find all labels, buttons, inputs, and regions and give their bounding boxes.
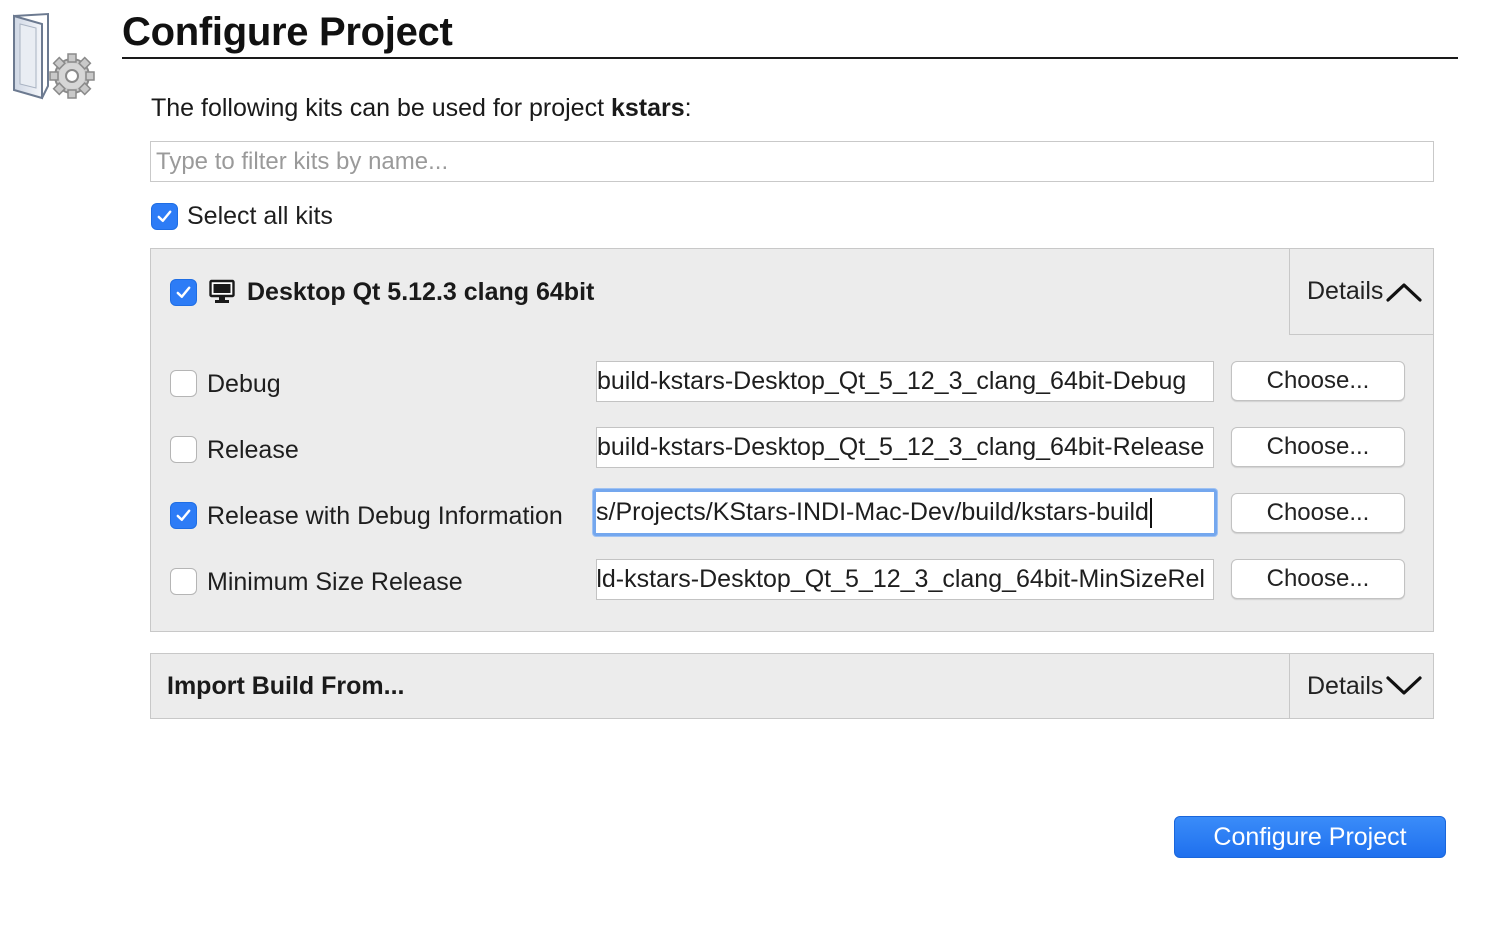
build-dir-field-release[interactable]: build-kstars-Desktop_Qt_5_12_3_clang_64b… xyxy=(596,427,1214,468)
folder-gear-icon xyxy=(8,10,100,102)
kit-name: Desktop Qt 5.12.3 clang 64bit xyxy=(247,278,595,306)
build-dir-field-debug[interactable]: build-kstars-Desktop_Qt_5_12_3_clang_64b… xyxy=(596,361,1214,402)
config-label-debug: Debug xyxy=(207,370,281,398)
text-caret xyxy=(1149,498,1152,529)
project-name: kstars xyxy=(610,94,685,122)
select-all-checkbox[interactable] xyxy=(151,203,178,230)
choose-button-relwithdebinfo[interactable]: Choose... xyxy=(1231,493,1405,533)
select-all-label: Select all kits xyxy=(187,202,333,230)
config-label-relwithdebinfo: Release with Debug Information xyxy=(207,502,563,530)
build-dir-path: s/Projects/KStars-INDI-Mac-Dev/build/kst… xyxy=(596,498,1149,526)
choose-button-release[interactable]: Choose... xyxy=(1231,427,1405,467)
intro-text: The following kits can be used for proje… xyxy=(151,94,692,123)
checkmark-icon xyxy=(176,286,191,299)
intro-prefix: The following kits can be used for proje… xyxy=(151,94,611,122)
title-divider xyxy=(122,57,1458,59)
kit-checkbox[interactable] xyxy=(170,279,197,306)
kit-details-toggle[interactable]: Details xyxy=(1289,249,1433,335)
choose-button-minsizerel[interactable]: Choose... xyxy=(1231,559,1405,599)
monitor-icon xyxy=(209,279,235,305)
details-label: Details xyxy=(1307,277,1384,305)
chevron-up-icon xyxy=(1386,282,1423,302)
config-label-minsizerel: Minimum Size Release xyxy=(207,568,463,596)
intro-suffix: : xyxy=(684,94,692,122)
build-dir-path: build-kstars-Desktop_Qt_5_12_3_clang_64b… xyxy=(597,367,1187,395)
import-details-toggle[interactable]: Details xyxy=(1289,654,1433,718)
details-label: Details xyxy=(1307,671,1384,700)
import-build-label: Import Build From... xyxy=(167,672,405,700)
checkmark-icon xyxy=(157,210,172,223)
config-checkbox-minsizerel[interactable] xyxy=(170,568,197,595)
build-dir-path: build-kstars-Desktop_Qt_5_12_3_clang_64b… xyxy=(596,565,1205,593)
page-title: Configure Project xyxy=(122,10,453,54)
config-checkbox-debug[interactable] xyxy=(170,370,197,397)
config-checkbox-release[interactable] xyxy=(170,436,197,463)
configure-project-button[interactable]: Configure Project xyxy=(1174,816,1446,858)
choose-button-debug[interactable]: Choose... xyxy=(1231,361,1405,401)
build-dir-path: build-kstars-Desktop_Qt_5_12_3_clang_64b… xyxy=(597,433,1205,461)
config-checkbox-relwithdebinfo[interactable] xyxy=(170,502,197,529)
config-label-release: Release xyxy=(207,436,299,464)
checkmark-icon xyxy=(176,509,191,522)
kit-filter-input[interactable] xyxy=(150,141,1434,182)
chevron-down-icon xyxy=(1386,676,1423,695)
build-dir-field-minsizerel[interactable]: build-kstars-Desktop_Qt_5_12_3_clang_64b… xyxy=(596,559,1214,600)
build-dir-field-relwithdebinfo[interactable]: s/Projects/KStars-INDI-Mac-Dev/build/kst… xyxy=(593,489,1217,536)
